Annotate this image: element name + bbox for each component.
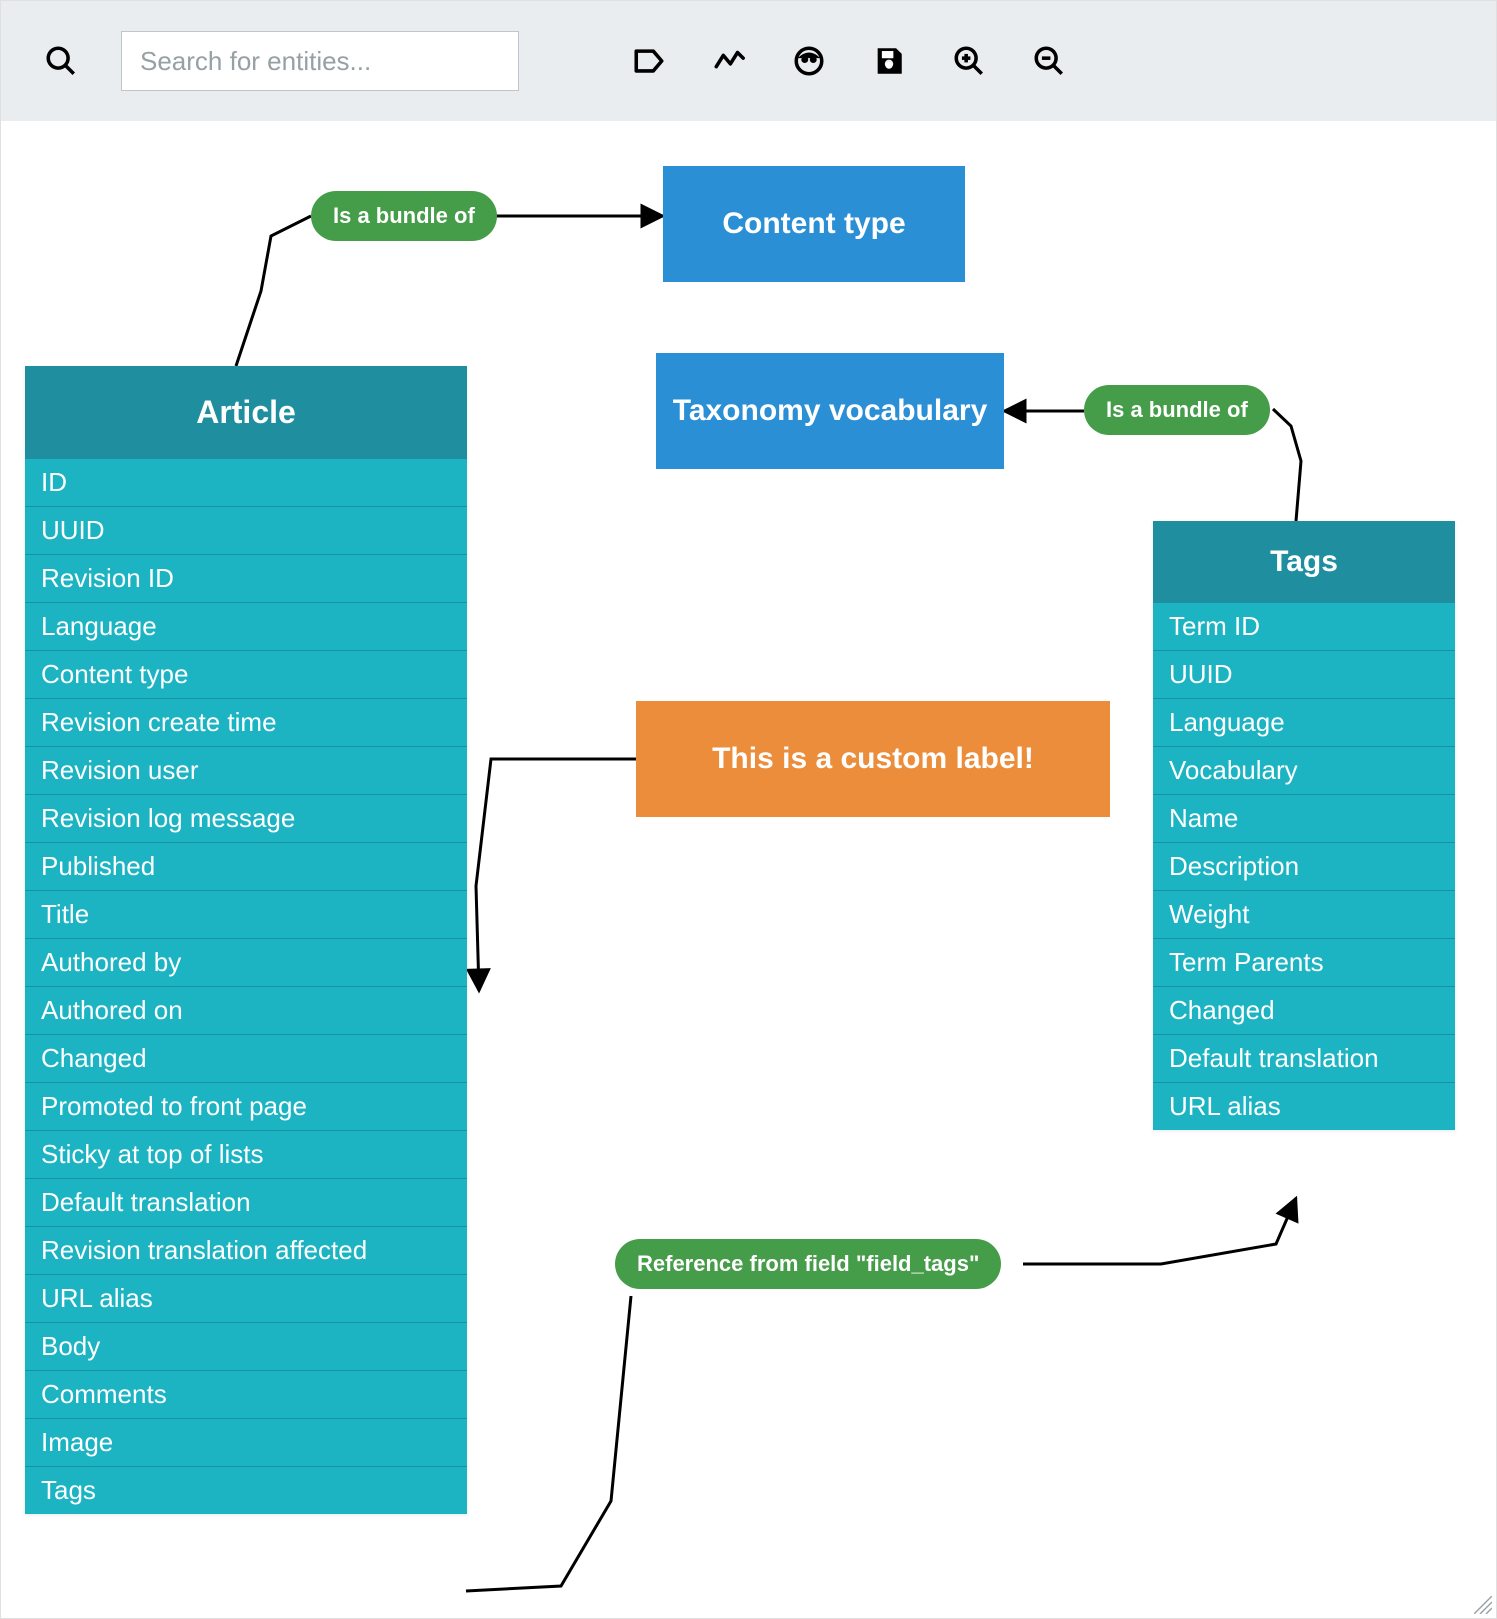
- entity-field[interactable]: Default translation: [1153, 1035, 1455, 1083]
- face-icon[interactable]: [789, 41, 829, 81]
- entity-field[interactable]: ID: [25, 459, 467, 507]
- entity-field[interactable]: Body: [25, 1323, 467, 1371]
- entity-header: Tags: [1153, 521, 1455, 603]
- entity-field[interactable]: Authored on: [25, 987, 467, 1035]
- zoom-in-icon[interactable]: [949, 41, 989, 81]
- entity-fields: Term IDUUIDLanguageVocabularyNameDescrip…: [1153, 603, 1455, 1130]
- tag-icon[interactable]: [629, 41, 669, 81]
- entity-field[interactable]: UUID: [25, 507, 467, 555]
- node-content-type[interactable]: Content type: [663, 166, 965, 282]
- diagram-canvas[interactable]: Content type Taxonomy vocabulary This is…: [1, 121, 1496, 1618]
- entity-field[interactable]: Language: [1153, 699, 1455, 747]
- relation-bundle-of-article[interactable]: Is a bundle of: [311, 191, 497, 241]
- node-label: Taxonomy vocabulary: [673, 393, 988, 429]
- entity-field[interactable]: UUID: [1153, 651, 1455, 699]
- entity-header: Article: [25, 366, 467, 459]
- entity-field[interactable]: Name: [1153, 795, 1455, 843]
- relation-bundle-of-tags[interactable]: Is a bundle of: [1084, 385, 1270, 435]
- entity-field[interactable]: Weight: [1153, 891, 1455, 939]
- entity-field[interactable]: Vocabulary: [1153, 747, 1455, 795]
- entity-field[interactable]: Image: [25, 1419, 467, 1467]
- search-input[interactable]: [121, 31, 519, 91]
- entity-field[interactable]: Tags: [25, 1467, 467, 1514]
- entity-article[interactable]: Article IDUUIDRevision IDLanguageContent…: [25, 366, 467, 1514]
- entity-field[interactable]: Revision translation affected: [25, 1227, 467, 1275]
- entity-field[interactable]: Revision user: [25, 747, 467, 795]
- entity-field[interactable]: Promoted to front page: [25, 1083, 467, 1131]
- relation-label: Is a bundle of: [333, 203, 475, 228]
- entity-field[interactable]: Changed: [25, 1035, 467, 1083]
- save-icon[interactable]: [869, 41, 909, 81]
- entity-field[interactable]: Default translation: [25, 1179, 467, 1227]
- entity-field[interactable]: Term Parents: [1153, 939, 1455, 987]
- node-taxonomy-vocabulary[interactable]: Taxonomy vocabulary: [656, 353, 1004, 469]
- entity-field[interactable]: Description: [1153, 843, 1455, 891]
- entity-fields: IDUUIDRevision IDLanguageContent typeRev…: [25, 459, 467, 1514]
- activity-icon[interactable]: [709, 41, 749, 81]
- zoom-out-icon[interactable]: [1029, 41, 1069, 81]
- node-custom-label[interactable]: This is a custom label!: [636, 701, 1110, 817]
- entity-field[interactable]: URL alias: [1153, 1083, 1455, 1130]
- entity-field[interactable]: Published: [25, 843, 467, 891]
- search-icon[interactable]: [41, 41, 81, 81]
- entity-field[interactable]: Term ID: [1153, 603, 1455, 651]
- node-label: This is a custom label!: [712, 742, 1034, 776]
- toolbar: [1, 1, 1496, 122]
- entity-field[interactable]: Changed: [1153, 987, 1455, 1035]
- entity-field[interactable]: URL alias: [25, 1275, 467, 1323]
- entity-field[interactable]: Sticky at top of lists: [25, 1131, 467, 1179]
- entity-field[interactable]: Language: [25, 603, 467, 651]
- relation-label: Is a bundle of: [1106, 397, 1248, 422]
- relation-label: Reference from field "field_tags": [637, 1251, 979, 1276]
- entity-field[interactable]: Comments: [25, 1371, 467, 1419]
- entity-field[interactable]: Title: [25, 891, 467, 939]
- relation-reference-tags[interactable]: Reference from field "field_tags": [615, 1239, 1001, 1289]
- resize-grip-icon[interactable]: [1474, 1596, 1492, 1614]
- entity-field[interactable]: Revision ID: [25, 555, 467, 603]
- entity-field[interactable]: Content type: [25, 651, 467, 699]
- node-label: Content type: [722, 206, 905, 242]
- app-root: Content type Taxonomy vocabulary This is…: [0, 0, 1497, 1619]
- entity-field[interactable]: Revision create time: [25, 699, 467, 747]
- entity-field[interactable]: Revision log message: [25, 795, 467, 843]
- entity-tags[interactable]: Tags Term IDUUIDLanguageVocabularyNameDe…: [1153, 521, 1455, 1130]
- entity-field[interactable]: Authored by: [25, 939, 467, 987]
